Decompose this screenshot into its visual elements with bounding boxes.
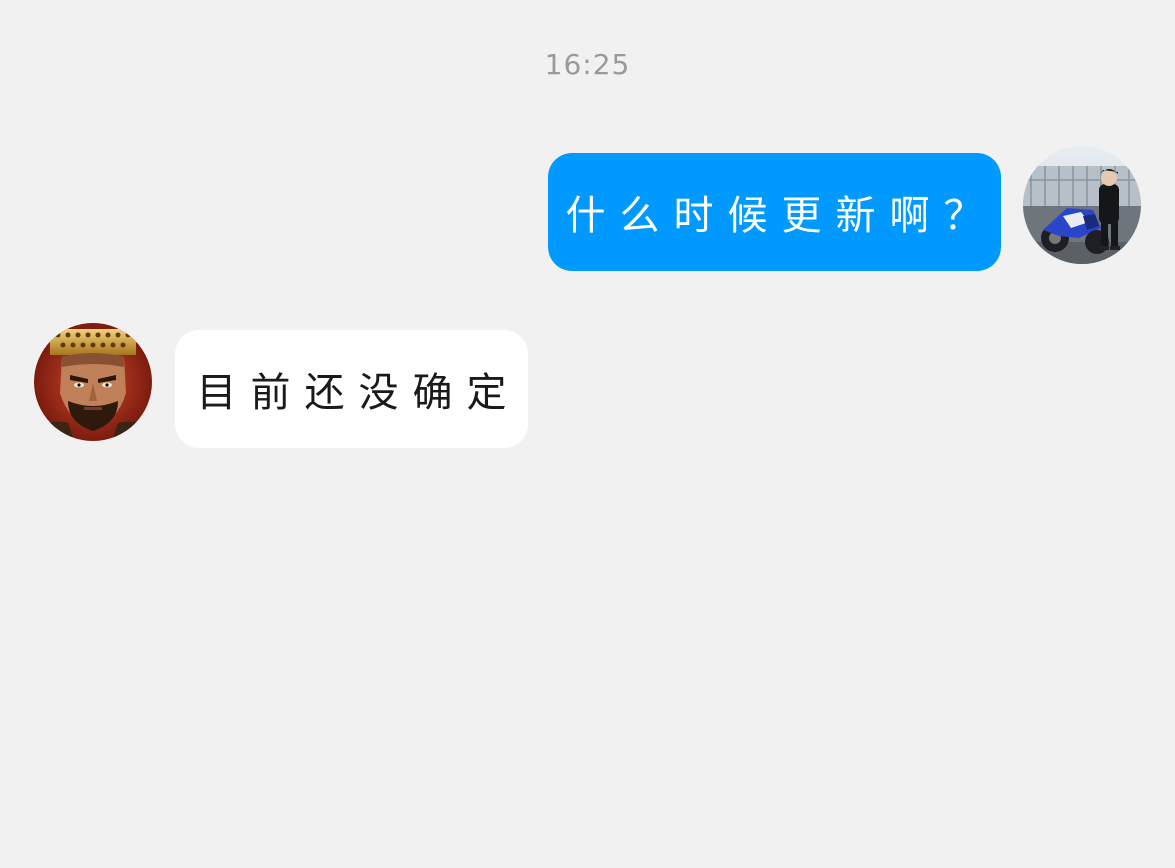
received-message-bubble[interactable]: 目前还没确定 — [175, 330, 528, 448]
received-message-text: 目前还没确定 — [196, 370, 521, 416]
sent-message-text: 什么时候更新啊？ — [565, 193, 998, 239]
contact-avatar[interactable] — [34, 323, 152, 441]
message-timestamp: 16:25 — [544, 48, 631, 81]
motorcycle-rider-avatar-icon — [1023, 146, 1141, 264]
warrior-avatar-icon — [34, 323, 152, 441]
sender-avatar[interactable] — [1023, 146, 1141, 264]
sent-message-bubble[interactable]: 什么时候更新啊？ — [548, 153, 1001, 271]
